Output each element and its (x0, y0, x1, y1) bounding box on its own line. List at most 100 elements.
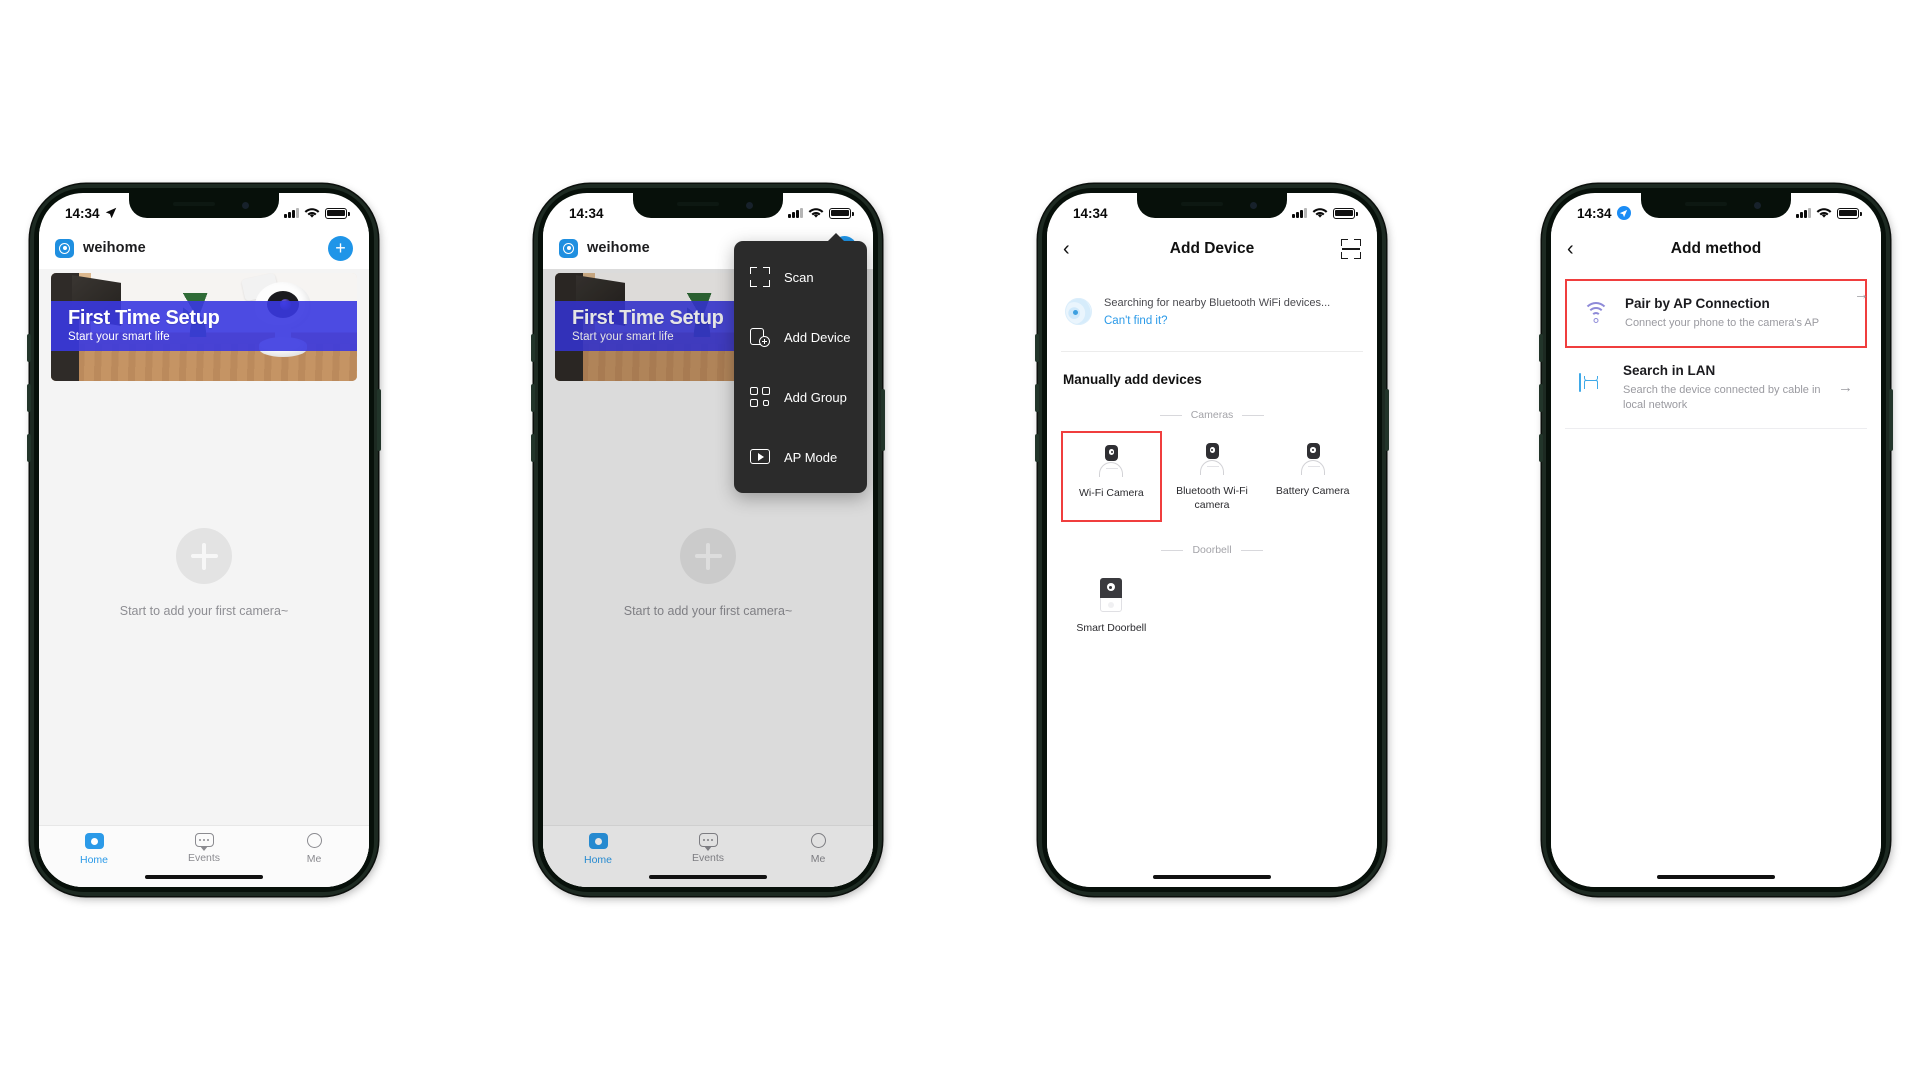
phone-2-dropdown-menu: 14:34 weihome + (531, 184, 885, 896)
home-indicator (1657, 874, 1775, 879)
method-search-in-lan-arrow[interactable]: → (1838, 379, 1853, 396)
menu-item-scan[interactable]: Scan (734, 247, 867, 307)
menu-item-add-group[interactable]: Add Group (734, 367, 867, 427)
cellular-bars-icon (284, 208, 299, 218)
add-button[interactable]: + (328, 235, 353, 261)
menu-item-ap-mode-label: AP Mode (784, 449, 838, 465)
method-search-in-lan-subtitle: Search the device connected by cable in … (1623, 383, 1821, 411)
method-list: Pair by AP Connection Connect your phone… (1565, 271, 1869, 429)
wifi-icon (1581, 299, 1611, 327)
device-wifi-camera-label: Wi-Fi Camera (1078, 487, 1144, 499)
home-indicator (145, 874, 263, 879)
lan-icon (1579, 372, 1609, 402)
cellular-bars-icon (1292, 208, 1307, 218)
device-smart-doorbell-label: Smart Doorbell (1076, 622, 1147, 635)
cant-find-it-link[interactable]: Can't find it? (1104, 315, 1168, 327)
add-group-icon (750, 387, 770, 407)
tab-home[interactable]: Home (39, 833, 149, 866)
add-camera-button[interactable] (176, 528, 232, 584)
tab-me[interactable]: Me (259, 833, 369, 865)
app-logo-icon (55, 238, 74, 258)
searching-status-text: Searching for nearby Bluetooth WiFi devi… (1104, 297, 1331, 309)
phone-3-screen: 14:34 ‹ Add Device Searching for nearby … (1047, 193, 1377, 887)
scan-icon (750, 267, 770, 287)
back-chevron-icon[interactable]: ‹ (1567, 239, 1589, 259)
back-chevron-icon[interactable]: ‹ (1063, 239, 1085, 259)
phone-4-add-method-screen: 14:34 ‹ Add method Pair by AP Connection… (1539, 184, 1893, 896)
bluetooth-camera-icon (1197, 443, 1227, 475)
navigation-bar: ‹ Add Device (1047, 227, 1377, 271)
wifi-icon (304, 208, 320, 218)
wifi-icon (1312, 208, 1328, 218)
cameras-group-label: Cameras (1061, 409, 1363, 421)
phone-3-add-device-screen: 14:34 ‹ Add Device Searching for nearby … (1035, 184, 1389, 896)
status-bar: 14:34 (1047, 193, 1377, 227)
tab-home-label: Home (79, 854, 108, 866)
menu-item-scan-label: Scan (784, 269, 814, 285)
status-bar-right (1796, 207, 1862, 219)
doorbell-icon (1100, 578, 1123, 613)
method-search-in-lan[interactable]: Search in LAN Search the device connecte… (1565, 348, 1867, 429)
cellular-bars-icon (788, 208, 803, 218)
battery-camera-icon (1298, 443, 1328, 475)
cameras-device-grid: Wi-Fi Camera Bluetooth Wi-Fi camera Batt… (1061, 431, 1363, 523)
status-bar-left: 14:34 (569, 206, 604, 221)
add-device-content: Searching for nearby Bluetooth WiFi devi… (1047, 271, 1377, 887)
empty-state-text: Start to add your first camera~ (119, 604, 289, 618)
device-battery-camera-label: Battery Camera (1275, 485, 1350, 497)
add-menu-dropdown: Scan Add Device Add Group AP Mode (734, 233, 867, 493)
battery-icon (1837, 207, 1862, 219)
app-logo-icon (559, 238, 578, 258)
status-bar: 14:34 (543, 193, 873, 227)
method-pair-by-ap-arrow[interactable]: → (1854, 286, 1869, 303)
home-indicator (1153, 874, 1271, 879)
manually-add-section-title: Manually add devices (1063, 372, 1202, 387)
banner-subtitle: Start your smart life (68, 331, 170, 344)
tab-events[interactable]: Events (149, 833, 259, 864)
phone-1-home-screen: 14:34 weihome + First Time Setup Start y… (27, 184, 381, 896)
ap-mode-icon (750, 447, 770, 467)
device-smart-doorbell[interactable]: Smart Doorbell (1061, 566, 1162, 645)
searching-text-block: Searching for nearby Bluetooth WiFi devi… (1104, 293, 1359, 329)
add-method-content: Pair by AP Connection Connect your phone… (1551, 271, 1881, 887)
scan-icon[interactable] (1341, 239, 1361, 259)
profile-icon (306, 833, 322, 848)
navigation-bar: ‹ Add method (1551, 227, 1881, 271)
status-time: 14:34 (569, 205, 604, 221)
menu-item-add-device[interactable]: Add Device (734, 307, 867, 367)
menu-item-ap-mode[interactable]: AP Mode (734, 427, 867, 487)
add-device-icon (750, 327, 770, 347)
method-pair-by-ap[interactable]: Pair by AP Connection Connect your phone… (1565, 279, 1867, 348)
status-bar-left: 14:34 (65, 206, 117, 221)
app-bar: weihome + (39, 227, 369, 269)
status-bar-left: 14:34 (1577, 206, 1631, 221)
status-time: 14:34 (65, 205, 100, 221)
status-bar-right (788, 207, 854, 219)
status-bar: 14:34 (1551, 193, 1881, 227)
screenshot-stage: 14:34 weihome + First Time Setup Start y… (0, 0, 1920, 1080)
promo-banner[interactable]: First Time Setup Start your smart life (51, 273, 357, 381)
status-bar-right (1292, 207, 1358, 219)
status-time: 14:34 (1073, 205, 1108, 221)
events-icon (194, 833, 214, 851)
radar-icon (1065, 297, 1092, 325)
doorbell-device-grid: Smart Doorbell (1061, 566, 1363, 645)
phone-2-screen: 14:34 weihome + (543, 193, 873, 887)
tab-events-label: Events (187, 852, 221, 864)
status-bar-right (284, 207, 350, 219)
status-bar-left: 14:34 (1073, 206, 1108, 221)
home-body: First Time Setup Start your smart life S… (39, 269, 369, 887)
device-wifi-camera[interactable]: Wi-Fi Camera (1061, 431, 1162, 523)
device-bluetooth-wifi-camera-label: Bluetooth Wi-Fi camera (1176, 485, 1248, 512)
home-indicator (649, 874, 767, 879)
method-search-in-lan-title: Search in LAN (1623, 362, 1716, 378)
location-arrow-icon (1616, 206, 1631, 220)
app-title: weihome (83, 240, 146, 256)
device-battery-camera[interactable]: Battery Camera (1262, 431, 1363, 522)
menu-item-add-group-label: Add Group (784, 389, 847, 405)
cellular-bars-icon (1796, 208, 1811, 218)
wifi-camera-icon (1096, 445, 1126, 477)
empty-state: Start to add your first camera~ (39, 321, 369, 825)
method-pair-by-ap-title: Pair by AP Connection (1625, 296, 1770, 311)
device-bluetooth-wifi-camera[interactable]: Bluetooth Wi-Fi camera (1162, 431, 1263, 522)
